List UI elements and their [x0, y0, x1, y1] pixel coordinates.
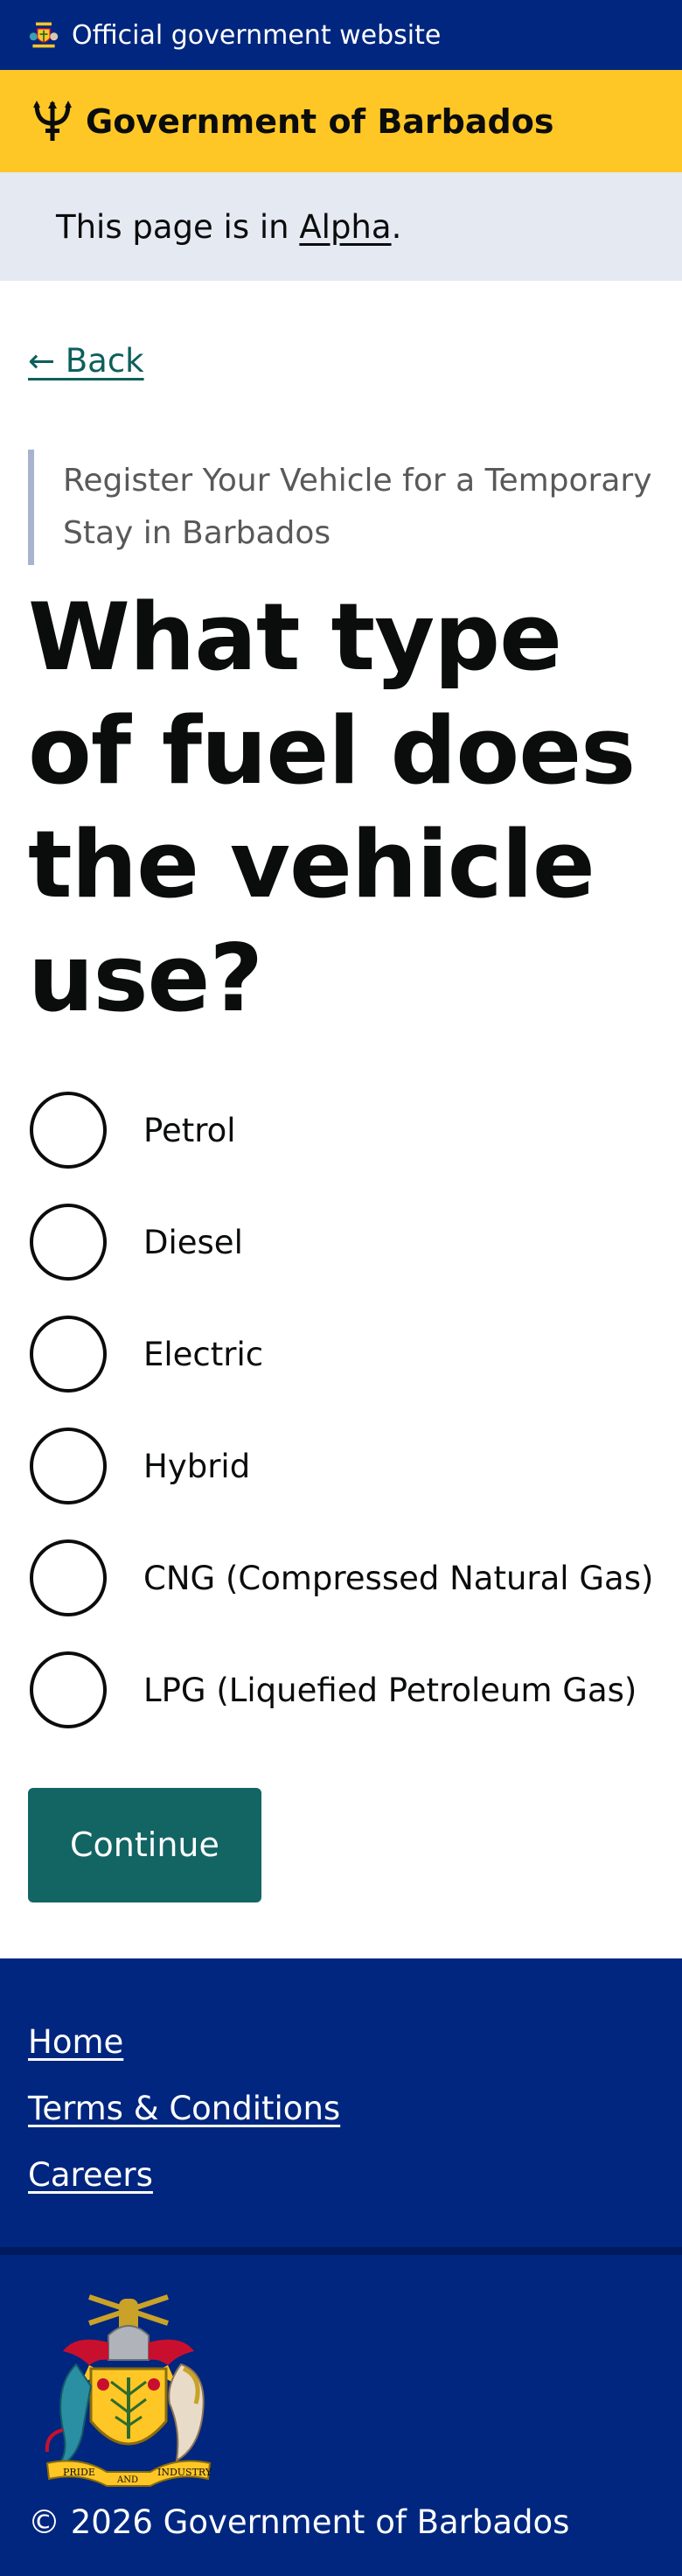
- continue-button[interactable]: Continue: [28, 1788, 261, 1902]
- coat-of-arms-icon: PRIDE AND INDUSTRY: [45, 2294, 212, 2487]
- footer-links: Home Terms & Conditions Careers: [0, 1958, 682, 2247]
- radio-label[interactable]: Diesel: [143, 1224, 243, 1261]
- radio-label[interactable]: Hybrid: [143, 1448, 250, 1485]
- official-banner: Official government website: [0, 0, 682, 70]
- footer-divider: [0, 2247, 682, 2255]
- radio-circle[interactable]: [30, 1428, 107, 1504]
- radio-label[interactable]: CNG (Compressed Natural Gas): [143, 1560, 653, 1597]
- brand-header: Government of Barbados: [0, 70, 682, 172]
- radio-circle[interactable]: [30, 1539, 107, 1616]
- phase-suffix: .: [391, 207, 402, 246]
- brand-name[interactable]: Government of Barbados: [86, 102, 553, 141]
- radio-option-electric[interactable]: Electric: [28, 1312, 654, 1396]
- motto-industry: INDUSTRY: [157, 2467, 212, 2478]
- footer-link-terms[interactable]: Terms & Conditions: [28, 2076, 654, 2142]
- radio-option-lpg[interactable]: LPG (Liquefied Petroleum Gas): [28, 1648, 654, 1732]
- radio-label[interactable]: Petrol: [143, 1112, 236, 1149]
- radio-option-diesel[interactable]: Diesel: [28, 1200, 654, 1284]
- footer-link-home[interactable]: Home: [28, 2009, 654, 2076]
- motto-pride: PRIDE: [63, 2467, 95, 2478]
- radio-label[interactable]: LPG (Liquefied Petroleum Gas): [143, 1672, 637, 1709]
- site-footer: Home Terms & Conditions Careers PRIDE AN…: [0, 1958, 682, 2576]
- trident-icon: [33, 100, 72, 141]
- page-title: What type of fuel does the vehicle use?: [28, 583, 636, 1032]
- official-banner-text: Official government website: [72, 19, 442, 51]
- radio-circle[interactable]: [30, 1651, 107, 1728]
- phase-prefix: This page is in: [56, 207, 289, 246]
- footer-bottom: PRIDE AND INDUSTRY © 2026 Government of …: [0, 2255, 682, 2576]
- radio-circle[interactable]: [30, 1092, 107, 1169]
- radio-option-cng[interactable]: CNG (Compressed Natural Gas): [28, 1536, 654, 1620]
- phase-alpha-link[interactable]: Alpha: [299, 208, 391, 246]
- radio-option-petrol[interactable]: Petrol: [28, 1088, 654, 1172]
- radio-option-hybrid[interactable]: Hybrid: [28, 1424, 654, 1508]
- back-link[interactable]: ← Back: [28, 342, 144, 380]
- footer-link-careers[interactable]: Careers: [28, 2142, 654, 2209]
- barbados-crest-icon: [29, 22, 59, 48]
- radio-label[interactable]: Electric: [143, 1336, 263, 1373]
- phase-banner: This page is in Alpha.: [0, 172, 682, 281]
- radio-circle[interactable]: [30, 1316, 107, 1393]
- copyright-text: © 2026 Government of Barbados: [28, 2503, 570, 2541]
- service-caption: Register Your Vehicle for a Temporary St…: [28, 450, 654, 565]
- fuel-type-radios: Petrol Diesel Electric Hybrid CNG (Compr…: [28, 1088, 654, 1732]
- main-content: ← Back Register Your Vehicle for a Tempo…: [0, 281, 682, 1902]
- radio-circle[interactable]: [30, 1204, 107, 1281]
- motto-and: AND: [116, 2475, 138, 2485]
